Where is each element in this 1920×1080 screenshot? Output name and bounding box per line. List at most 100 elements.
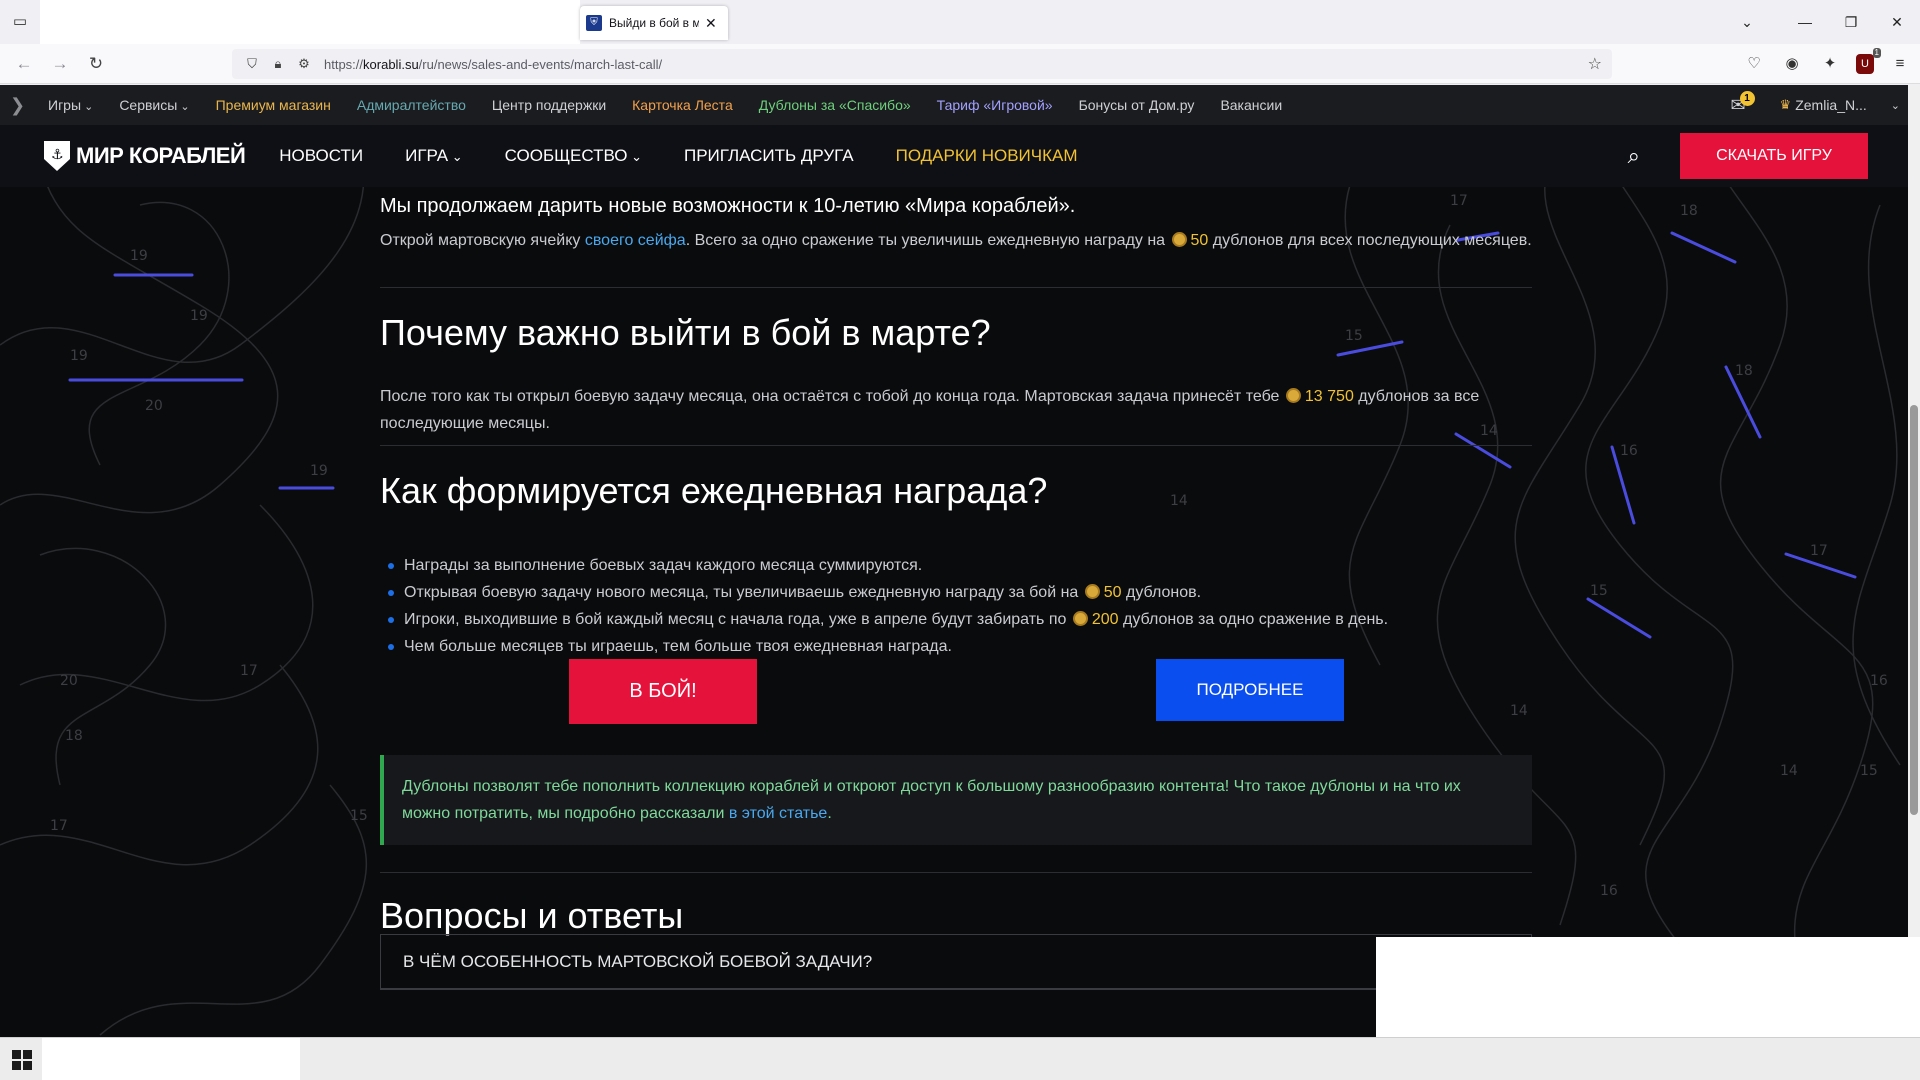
more-info-button[interactable]: ПОДРОБНЕЕ [1156,659,1344,721]
list-item: Игроки, выходившие в бой каждый месяц с … [388,606,1388,633]
os-taskbar [0,1037,1920,1080]
url-bar[interactable]: ⛉ 🔒︎ ⚙ https://korabli.su/ru/news/sales-… [232,49,1612,79]
scrollbar-thumb[interactable] [1910,405,1918,815]
contour-label: 16 [1620,443,1638,459]
contour-label: 18 [1680,203,1698,219]
portal-link-jobs[interactable]: Вакансии [1220,97,1282,113]
portal-link-services[interactable]: Сервисы [119,97,189,113]
lesta-logo-icon[interactable]: ❯ [10,94,32,116]
download-game-button[interactable]: СКАЧАТЬ ИГРУ [1680,133,1868,179]
contour-label: 18 [65,728,83,744]
ublock-badge: 1 [1872,48,1881,58]
website: 19 19 19 20 19 20 17 18 17 15 17 18 15 1… [0,85,1920,1037]
shield-icon[interactable]: ⛉ [242,56,262,72]
page-scrollbar[interactable] [1908,85,1920,1037]
portal-user-area: ✉ 1 ♛ Zemlia_N... ⌄ [1730,85,1900,125]
nav-newbie-gifts[interactable]: ПОДАРКИ НОВИЧКАМ [896,146,1078,166]
star-icon[interactable]: ☆ [1588,54,1602,74]
back-icon[interactable]: ← [12,52,36,76]
lock-icon[interactable]: 🔒︎ [268,56,288,72]
portal-bar: ❯ Игры Сервисы Премиум магазин Адмиралте… [0,85,1920,125]
list-item: Чем больше месяцев ты играешь, тем больш… [388,633,1388,660]
contour-label: 19 [70,348,88,364]
article-lead: Мы продолжаем дарить новые возможности к… [380,195,1076,217]
portal-link-lesta-card[interactable]: Карточка Леста [632,97,733,113]
contour-label: 16 [1870,673,1888,689]
forward-icon[interactable]: → [48,52,72,76]
user-menu[interactable]: ♛ Zemlia_N... ⌄ [1780,97,1900,113]
tab-list-icon[interactable]: ▭ [10,12,30,32]
browser-tab-active[interactable]: ⛨ Выйди в бой в ма ✕ [580,6,728,40]
reward-bullets: Награды за выполнение боевых задач каждо… [388,552,1388,660]
heading-faq: Вопросы и ответы [380,895,684,936]
contour-label: 17 [240,663,258,679]
shield-logo-icon: ⚓︎ [44,141,70,171]
heading-why-march: Почему важно выйти в бой в марте? [380,312,991,353]
safe-link[interactable]: своего сейфа [585,232,686,249]
tab-close-icon[interactable]: ✕ [705,15,717,32]
reload-icon[interactable]: ↻ [84,52,108,76]
portal-link-support[interactable]: Центр поддержки [492,97,606,113]
crown-icon: ♛ [1779,97,1792,112]
username: Zemlia_N... [1795,97,1867,113]
list-item: Награды за выполнение боевых задач каждо… [388,552,1388,579]
site-favicon-icon: ⛨ [586,15,602,31]
article-link[interactable]: в этой статье [729,805,827,822]
menu-icon[interactable]: ≡ [1888,50,1912,78]
contour-label: 16 [1600,883,1618,899]
brand-logo[interactable]: ⚓︎ МИР КОРАБЛЕЙ [44,141,246,171]
portal-link-tariff[interactable]: Тариф «Игровой» [937,97,1053,113]
chevron-down-icon: ⌄ [1890,99,1900,112]
contour-label: 15 [350,808,368,824]
ublock-icon[interactable]: U1 [1856,48,1881,74]
contour-label: 19 [310,463,328,479]
extensions-icon[interactable]: ✦ [1818,50,1842,78]
portal-link-games[interactable]: Игры [48,97,93,113]
portal-link-doubloons-spasibo[interactable]: Дублоны за «Спасибо» [759,97,911,113]
portal-link-domru[interactable]: Бонусы от Дом.ру [1079,97,1195,113]
pocket-icon[interactable]: ♡ [1742,50,1766,78]
nav-game[interactable]: ИГРА [405,146,462,166]
contour-label: 20 [145,398,163,414]
contour-label: 14 [1780,763,1798,779]
heading-daily-reward: Как формируется ежедневная награда? [380,470,1048,511]
portal-link-admiralty[interactable]: Адмиралтейство [357,97,466,113]
close-icon[interactable]: ✕ [1874,0,1920,44]
amount-13750: 13 750 [1304,388,1354,405]
minimize-icon[interactable]: — [1782,0,1828,44]
permissions-icon[interactable]: ⚙ [294,56,314,72]
toolbar-right: ♡ ◉ ✦ U1 ≡ [1742,48,1912,78]
tab-title: Выйди в бой в ма [609,16,699,30]
contour-label: 15 [1860,763,1878,779]
portal-link-premium-shop[interactable]: Премиум магазин [216,97,331,113]
contour-label: 19 [130,248,148,264]
paragraph-safe: Открой мартовскую ячейку своего сейфа. В… [380,232,1532,249]
doubloon-icon [1171,232,1187,247]
doubloon-icon [1285,388,1301,403]
doubloon-icon [1084,584,1100,599]
taskbar-search-area[interactable] [42,1038,300,1080]
nav-invite-friend[interactable]: ПРИГЛАСИТЬ ДРУГА [684,146,854,166]
divider [380,445,1532,446]
divider [380,287,1532,288]
nav-news[interactable]: НОВОСТИ [279,146,363,166]
search-icon[interactable]: ⌕ [1628,143,1640,169]
account-icon[interactable]: ◉ [1780,50,1804,78]
amount-50: 50 [1190,232,1209,249]
doubloon-icon [1072,611,1088,626]
url-text[interactable]: https://korabli.su/ru/news/sales-and-eve… [324,57,662,72]
maximize-icon[interactable]: ❐ [1828,0,1874,44]
faq-item[interactable]: В ЧЁМ ОСОБЕННОСТЬ МАРТОВСКОЙ БОЕВОЙ ЗАДА… [380,934,1532,990]
contour-label: 15 [1590,583,1608,599]
windows-start-icon[interactable] [12,1050,32,1070]
list-all-tabs-icon[interactable]: ⌄ [1712,0,1782,44]
doubloons-note: Дублоны позволят тебе пополнить коллекци… [380,755,1532,845]
brand-name: МИР КОРАБЛЕЙ [76,143,246,168]
nav-community[interactable]: СООБЩЕСТВО [505,146,642,166]
contour-label: 19 [190,308,208,324]
list-item: Открывая боевую задачу нового месяца, ты… [388,579,1388,606]
paragraph-march-task: После того как ты открыл боевую задачу м… [380,388,1480,432]
notifications-icon[interactable]: ✉ 1 [1730,90,1755,116]
battle-button[interactable]: В БОЙ! [569,659,757,724]
notification-badge: 1 [1739,90,1755,106]
